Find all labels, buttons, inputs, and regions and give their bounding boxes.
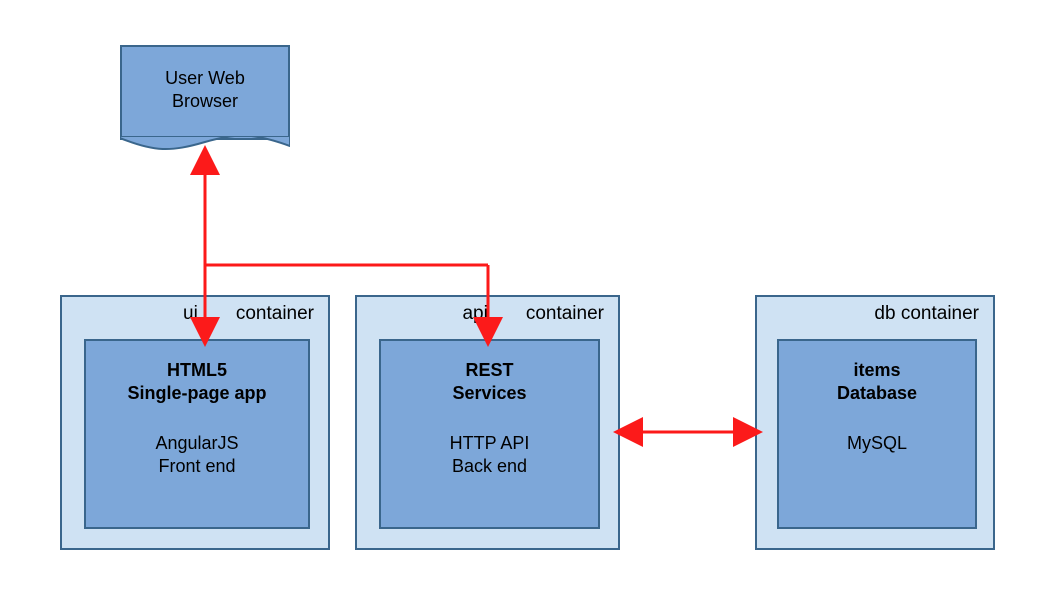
container-db-label: db container [757,297,993,325]
container-ui: ui container HTML5 Single-page app Angul… [60,295,330,550]
ui-title-line1: HTML5 [86,359,308,382]
container-db: db container items Database MySQL [755,295,995,550]
container-ui-label: ui container [62,297,328,325]
container-api-inner: REST Services HTTP API Back end [379,339,600,529]
container-db-inner: items Database MySQL [777,339,977,529]
db-title-line1: items [779,359,975,382]
browser-wavy-bottom-icon [120,136,290,152]
ui-sub-line1: AngularJS [86,432,308,455]
browser-label-line1: User Web [122,67,288,90]
browser-label-line2: Browser [122,90,288,113]
db-title-line2: Database [779,382,975,405]
api-title-line2: Services [381,382,598,405]
api-sub-line2: Back end [381,455,598,478]
api-title-line1: REST [381,359,598,382]
container-api: api container REST Services HTTP API Bac… [355,295,620,550]
container-api-label: api container [357,297,618,325]
api-sub-line1: HTTP API [381,432,598,455]
node-user-web-browser: User Web Browser [120,45,290,140]
container-ui-inner: HTML5 Single-page app AngularJS Front en… [84,339,310,529]
db-sub-line1: MySQL [779,432,975,455]
architecture-diagram: User Web Browser ui container HTML5 Sing… [0,0,1058,595]
ui-title-line2: Single-page app [86,382,308,405]
ui-sub-line2: Front end [86,455,308,478]
